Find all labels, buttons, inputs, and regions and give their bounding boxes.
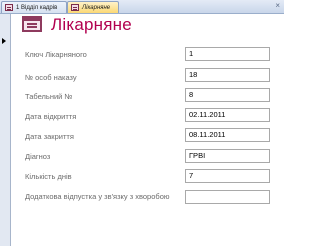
form-tab-icon — [5, 4, 13, 11]
field-kilkist-dniv[interactable]: 7 — [185, 169, 270, 183]
field-klyuch-likarnyanoho[interactable]: 1 — [185, 47, 270, 61]
field-label-data-zakryttia: Дата закриття — [25, 132, 74, 141]
field-dodatkova-vidpustka[interactable] — [185, 190, 270, 204]
field-label-data-vidkryttia: Дата відкриття — [25, 112, 77, 121]
form-icon — [22, 16, 42, 32]
field-osob-nakazu[interactable]: 18 — [185, 68, 270, 82]
field-label-dodatkova-vidpustka: Додаткова відпустка у зв'язку з хворобою — [25, 192, 170, 201]
field-diahnoz[interactable]: ГРВІ — [185, 149, 270, 163]
document-tab-strip: 1 Відділ кадрів Лікарняне × — [0, 0, 284, 14]
field-label-osob-nakazu: № особ наказу — [25, 73, 77, 82]
form-tab-icon — [71, 4, 79, 11]
field-data-vidkryttia[interactable]: 02.11.2011 — [185, 108, 270, 122]
record-selector[interactable] — [0, 14, 11, 246]
tab-likarniane[interactable]: Лікарняне — [67, 1, 119, 13]
field-tabelnyi-nomer[interactable]: 8 — [185, 88, 270, 102]
form-title: Лікарняне — [51, 15, 132, 34]
tab-viddil-kadriv[interactable]: 1 Відділ кадрів — [1, 1, 67, 13]
field-data-zakryttia[interactable]: 08.11.2011 — [185, 128, 270, 142]
close-icon[interactable]: × — [275, 1, 280, 10]
field-label-tabelnyi: Табельний № — [25, 92, 73, 101]
field-label-kilkist-dniv: Кількість днів — [25, 172, 72, 181]
tab-label: 1 Відділ кадрів — [16, 4, 58, 11]
field-label-diahnoz: Діагноз — [25, 152, 51, 161]
form-window: 1 Відділ кадрів Лікарняне × Лікарняне Кл… — [0, 0, 284, 246]
tab-label: Лікарняне — [82, 4, 111, 11]
current-record-arrow-icon — [2, 38, 6, 44]
field-label-klyuch: Ключ Лікарняного — [25, 50, 87, 59]
